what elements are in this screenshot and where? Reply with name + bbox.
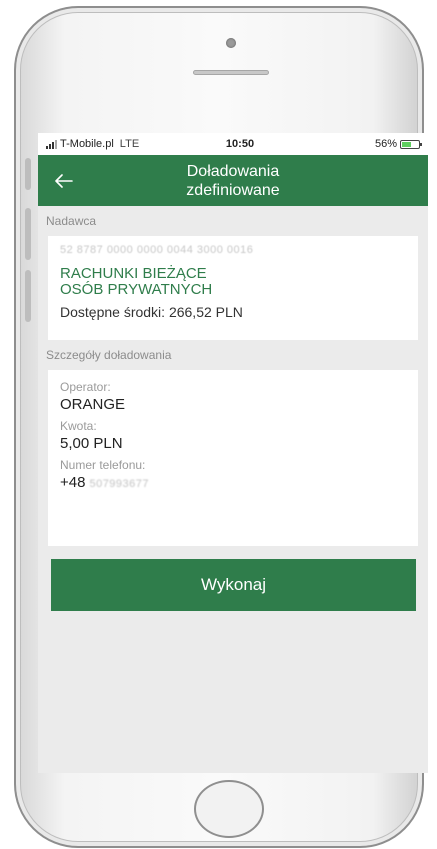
status-bar: T-Mobile.pl LTE 10:50 56% — [38, 133, 428, 155]
network-type: LTE — [119, 138, 140, 150]
volume-up-button — [25, 208, 31, 260]
page-title: Doładowania zdefiniowane — [133, 162, 333, 200]
topup-details-card: Operator: ORANGE Kwota: 5,00 PLN Numer t… — [48, 370, 418, 546]
sender-section-label: Nadawca — [46, 214, 97, 228]
operator-label: Operator: — [60, 380, 111, 394]
amount-label: Kwota: — [60, 419, 97, 433]
status-left: T-Mobile.pl LTE — [46, 138, 176, 150]
carrier-name: T-Mobile.pl — [60, 138, 114, 150]
front-camera — [226, 38, 236, 48]
account-number: 52 8787 0000 0000 0044 3000 0016 — [60, 244, 254, 256]
account-name: RACHUNKI BIEŻĄCE OSÓB PRYWATNYCH — [60, 266, 406, 298]
battery-percent: 56% — [374, 138, 397, 150]
details-section-label: Szczegóły doładowania — [46, 348, 172, 362]
phone-number-value: +48 507993677 — [60, 474, 406, 491]
page-title-line1: Doładowania — [186, 162, 280, 180]
app-header: Doładowania zdefiniowane — [38, 155, 428, 206]
earpiece-speaker — [193, 70, 269, 75]
phone-number-label: Numer telefonu: — [60, 458, 146, 472]
operator-value: ORANGE — [60, 396, 126, 413]
phone-prefix: +48 — [60, 474, 86, 491]
mute-switch — [25, 158, 31, 190]
status-right: 56% — [374, 138, 422, 150]
volume-down-button — [25, 270, 31, 322]
account-name-line2: OSÓB PRYWATNYCH — [60, 281, 213, 298]
clock: 10:50 — [225, 138, 255, 150]
phone-screen: T-Mobile.pl LTE 10:50 56% Doładowania zd… — [38, 133, 428, 773]
account-name-line1: RACHUNKI BIEŻĄCE — [60, 265, 207, 282]
signal-icon — [46, 139, 57, 149]
amount-value: 5,00 PLN — [60, 435, 123, 452]
phone-number-masked: 507993677 — [89, 478, 150, 490]
available-balance: Dostępne środki: 266,52 PLN — [60, 304, 243, 320]
arrow-left-icon[interactable] — [50, 167, 78, 195]
execute-button[interactable]: Wykonaj — [51, 559, 416, 611]
sender-account-card[interactable]: 52 8787 0000 0000 0044 3000 0016 RACHUNK… — [48, 236, 418, 340]
page-title-line2: zdefiniowane — [186, 181, 280, 199]
home-button[interactable] — [194, 780, 264, 838]
battery-icon — [400, 139, 422, 149]
